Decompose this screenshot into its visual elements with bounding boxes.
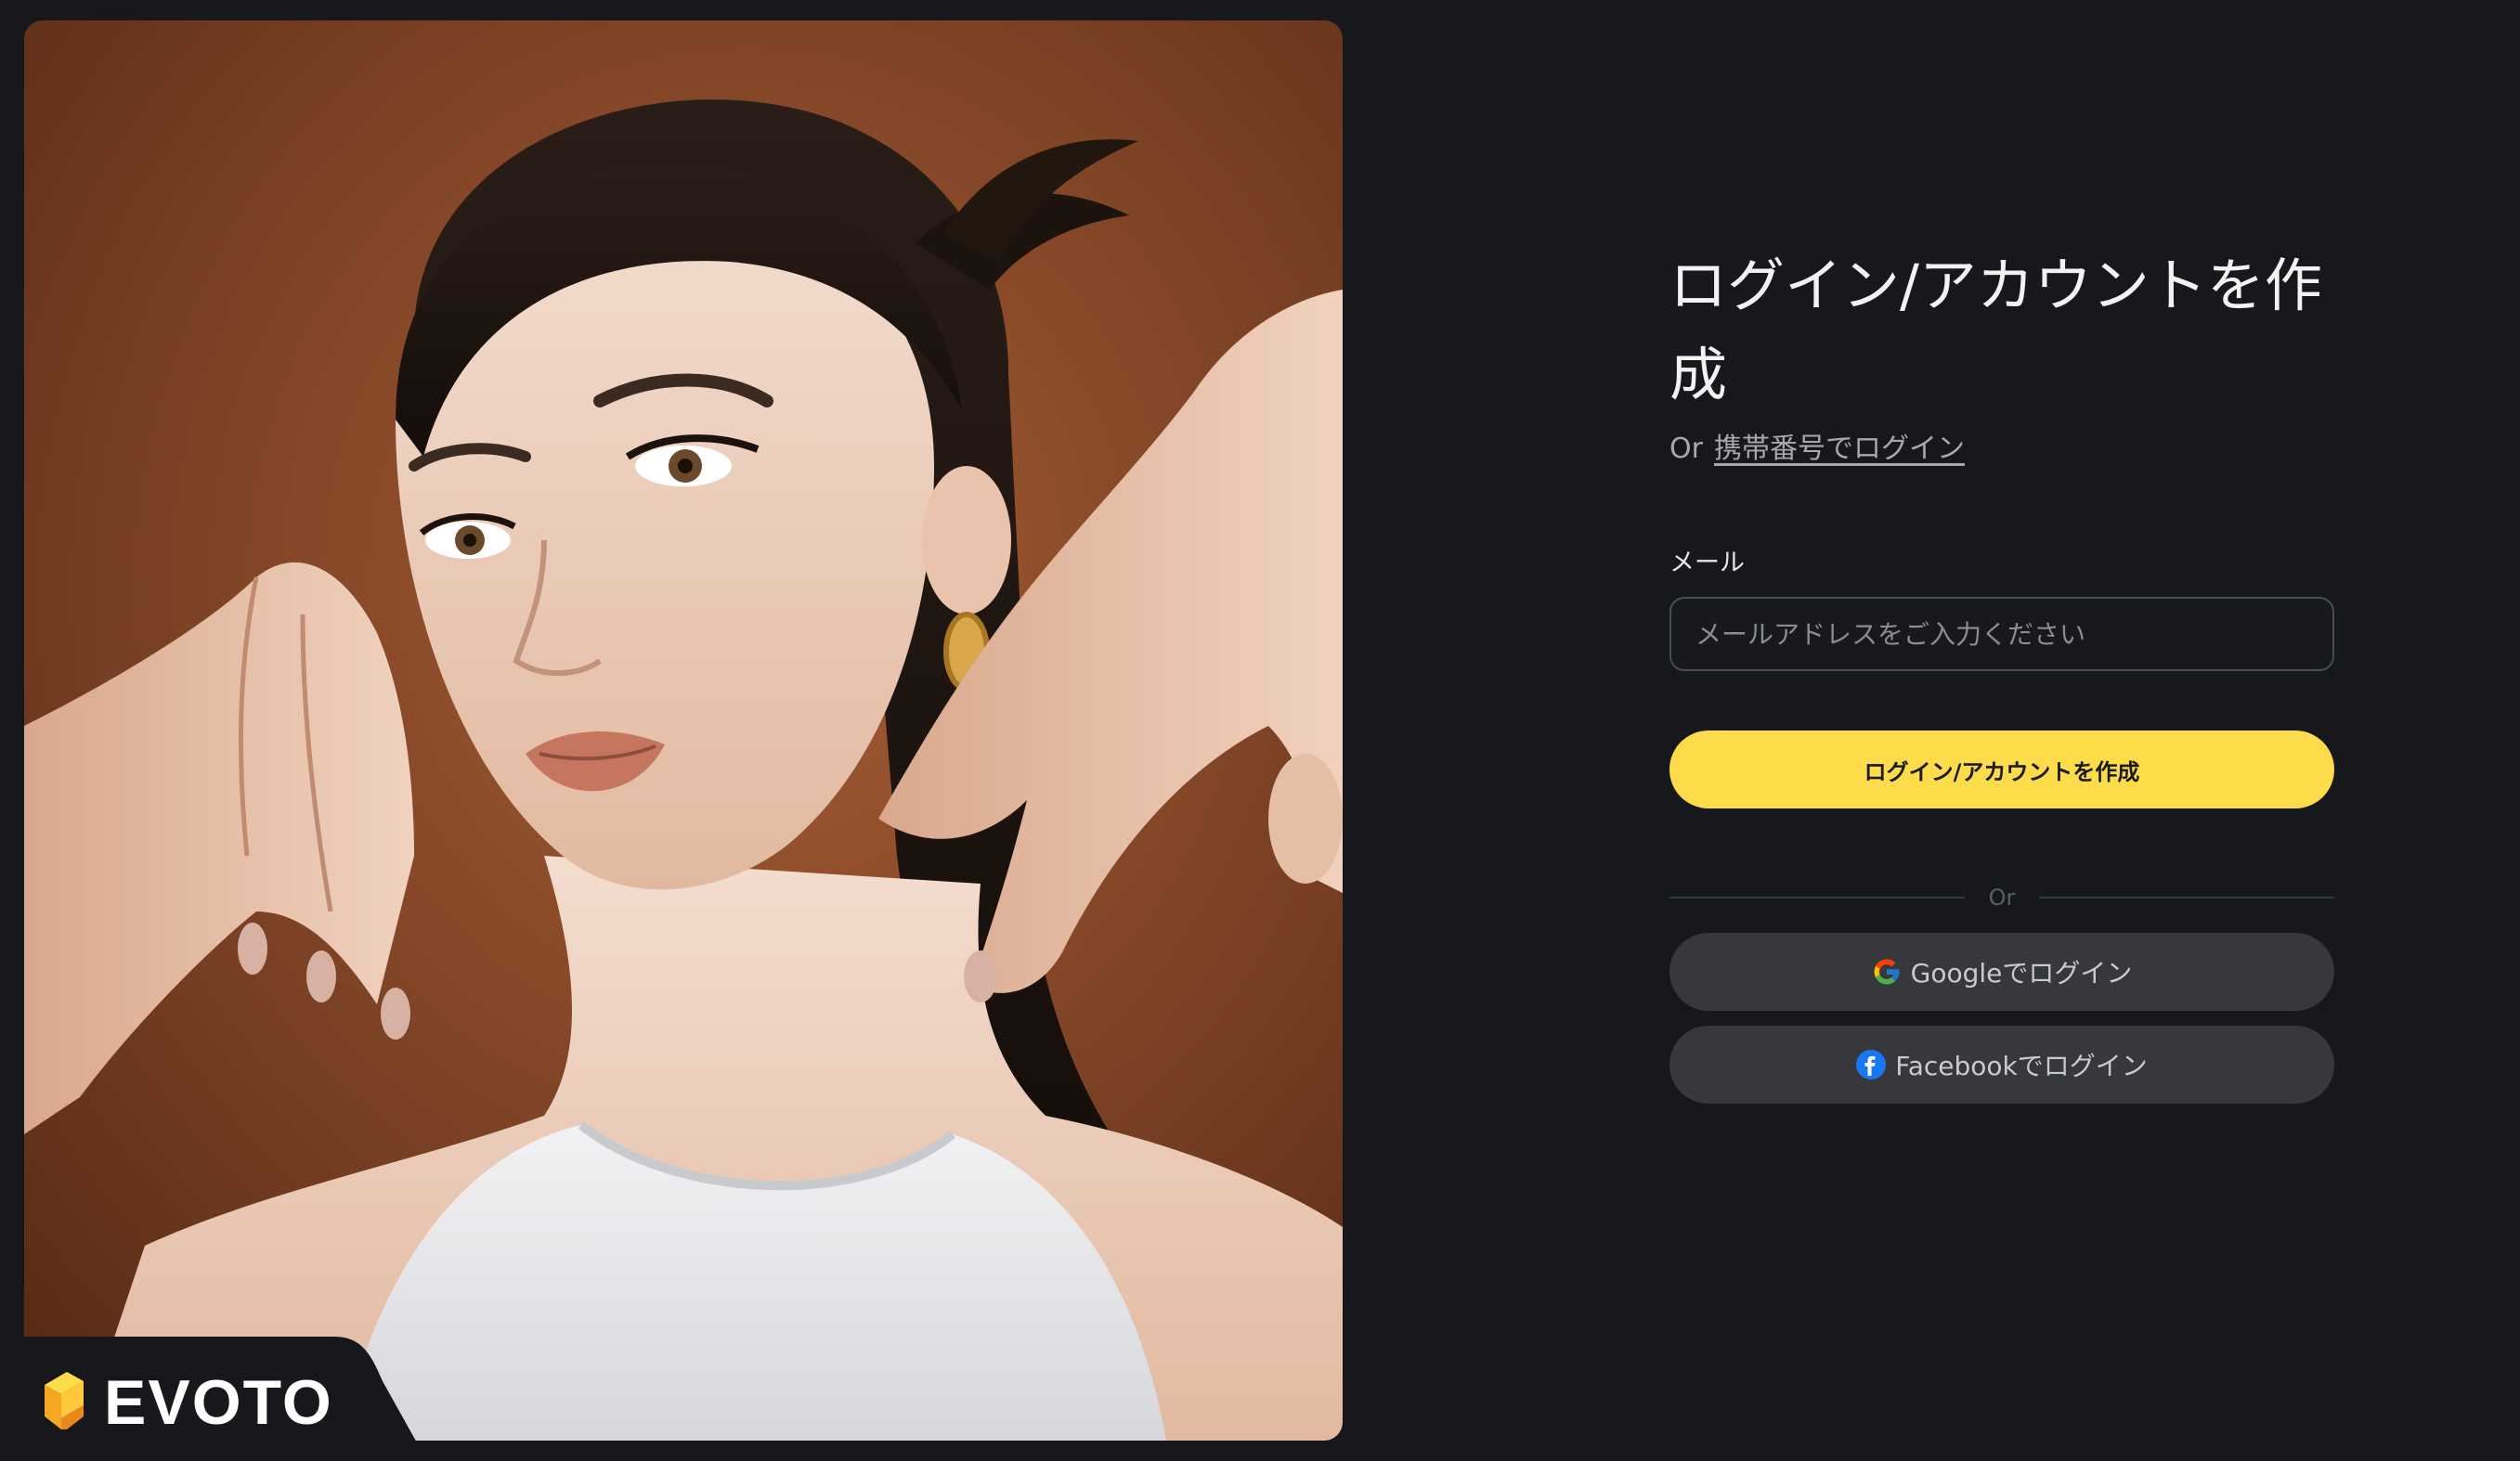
evoto-logo-icon [39, 1368, 89, 1437]
email-label: メール [1669, 549, 1745, 577]
email-field-wrapper [1669, 597, 2334, 671]
facebook-login-button[interactable]: Facebookでログイン [1669, 1026, 2334, 1104]
page-title: ログイン/アカウントを作成 [1669, 252, 2322, 408]
divider-line-right [2039, 897, 2335, 899]
google-login-button[interactable]: Googleでログイン [1669, 933, 2334, 1011]
hero-illustration [24, 20, 1343, 1441]
login-submit-button[interactable]: ログイン/アカウントを作成 [1669, 730, 2334, 808]
phone-login-link[interactable]: 携帯番号でログイン [1714, 425, 1965, 466]
facebook-icon [1856, 1050, 1887, 1080]
brand-logo[interactable]: EVOTO [39, 1368, 333, 1437]
google-icon [1872, 957, 1902, 987]
facebook-login-label: Facebookでログイン [1895, 1051, 2148, 1081]
divider-line-left [1669, 897, 1965, 899]
hero-image [24, 20, 1343, 1441]
alt-login-prefix: Or [1669, 433, 1703, 465]
login-form: ログイン/アカウントを作成 Or 携帯番号でログイン メール ログイン/アカウン… [1669, 241, 2335, 1104]
alt-login-line: Or 携帯番号でログイン [1669, 425, 2334, 466]
brand-name: EVOTO [104, 1367, 333, 1438]
login-page: EVOTO ログイン/アカウントを作成 Or 携帯番号でログイン メール ログイ… [0, 0, 2520, 1461]
google-login-label: Googleでログイン [1910, 958, 2133, 989]
or-divider: Or [1669, 885, 2335, 911]
divider-text: Or [1988, 885, 2016, 911]
email-field[interactable] [1694, 617, 2310, 651]
